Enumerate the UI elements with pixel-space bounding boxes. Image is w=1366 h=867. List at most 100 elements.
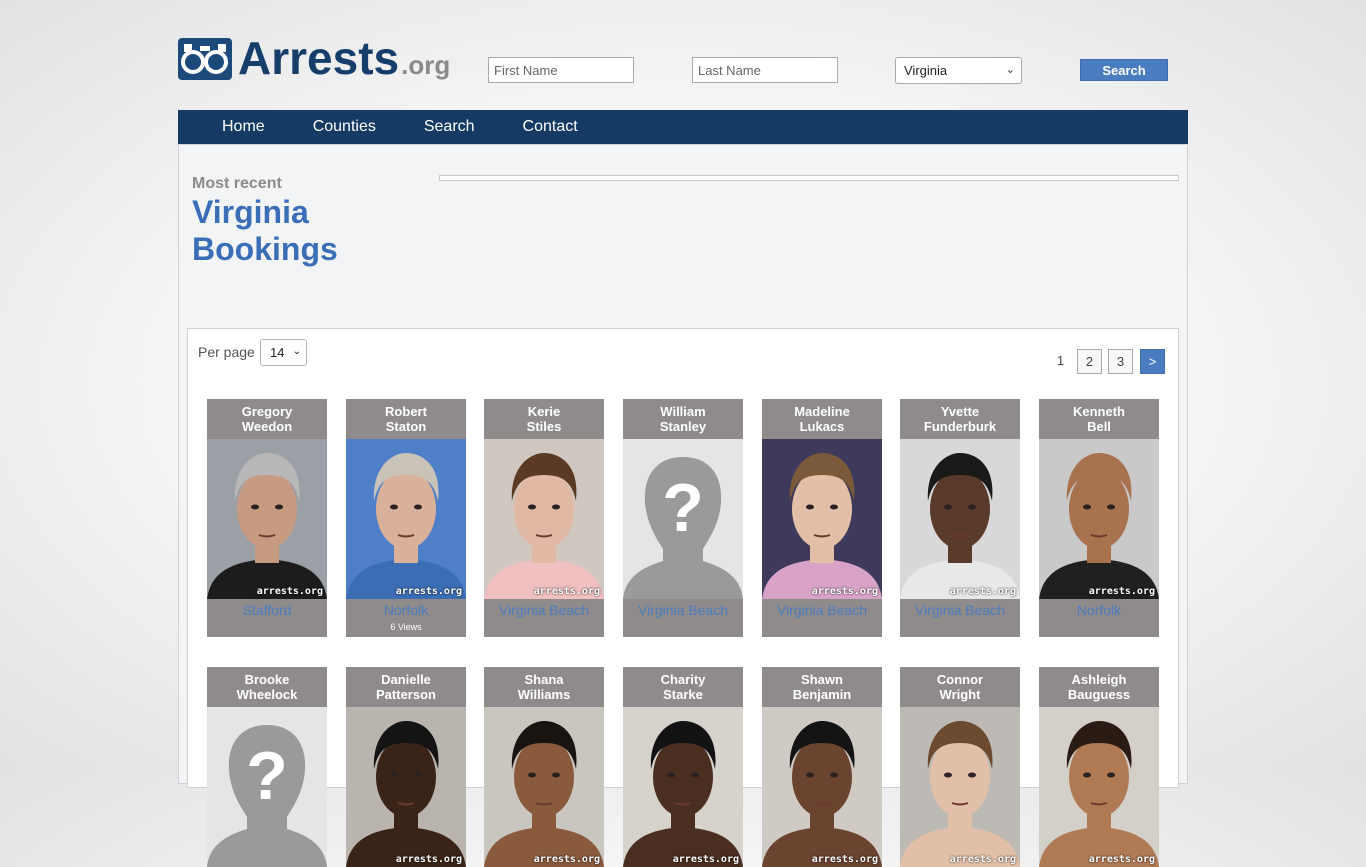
watermark: arrests.org — [533, 854, 600, 865]
watermark: arrests.org — [1088, 586, 1155, 597]
booking-name[interactable]: Gregory Weedon — [207, 399, 327, 439]
watermark: arrests.org — [1088, 854, 1155, 865]
booking-last-name: Stiles — [526, 419, 562, 434]
booking-card[interactable]: Ashleigh Bauguess arrests.org — [1039, 667, 1159, 867]
mugshot-image — [484, 439, 604, 599]
booking-last-name: Weedon — [241, 419, 293, 434]
booking-county-link[interactable]: Norfolk — [1039, 599, 1159, 621]
main-nav: Home Counties Search Contact — [178, 110, 1188, 144]
nav-contact[interactable]: Contact — [499, 110, 602, 144]
nav-counties[interactable]: Counties — [289, 110, 400, 144]
booking-photo[interactable]: arrests.org — [346, 707, 466, 867]
booking-photo[interactable]: arrests.org — [762, 439, 882, 599]
page-link-3[interactable]: 3 — [1108, 349, 1133, 374]
state-select[interactable]: Virginia ⌄ — [895, 57, 1022, 84]
booking-card[interactable]: Danielle Patterson arrests.org — [346, 667, 466, 867]
booking-views — [207, 621, 327, 637]
page-link-2[interactable]: 2 — [1077, 349, 1102, 374]
booking-name[interactable]: William Stanley — [623, 399, 743, 439]
booking-first-name: Kerie — [527, 404, 561, 419]
booking-first-name: Shana — [524, 672, 564, 687]
per-page-select[interactable]: 14 ⌄ — [260, 339, 307, 366]
watermark: arrests.org — [811, 854, 878, 865]
booking-views — [1039, 621, 1159, 637]
booking-last-name: Stanley — [659, 419, 707, 434]
handcuffs-icon — [178, 38, 232, 80]
booking-last-name: Starke — [663, 687, 703, 702]
booking-last-name: Bauguess — [1067, 687, 1131, 702]
first-name-input[interactable] — [488, 57, 634, 83]
page-current: 1 — [1056, 353, 1065, 368]
booking-photo[interactable]: ? — [623, 439, 743, 599]
booking-last-name: Funderburk — [923, 419, 997, 434]
mugshot-image — [484, 707, 604, 867]
booking-name[interactable]: Shana Williams — [484, 667, 604, 707]
booking-last-name: Patterson — [376, 687, 436, 702]
booking-name[interactable]: Brooke Wheelock — [207, 667, 327, 707]
booking-photo[interactable]: arrests.org — [484, 707, 604, 867]
mugshot-image — [762, 439, 882, 599]
booking-county-link[interactable]: Virginia Beach — [900, 599, 1020, 621]
booking-card[interactable]: Gregory Weedon arrests.org Stafford — [207, 399, 327, 637]
booking-last-name: Lukacs — [799, 419, 845, 434]
booking-card[interactable]: Yvette Funderburk arrests.org Virginia Beac… — [900, 399, 1020, 637]
booking-card[interactable]: Connor Wright arrests.org — [900, 667, 1020, 867]
svg-text:?: ? — [246, 738, 288, 814]
booking-card[interactable]: Madeline Lukacs arrests.org Virginia Beach — [762, 399, 882, 637]
booking-views: 6 Views — [390, 622, 422, 632]
booking-name[interactable]: Robert Staton — [346, 399, 466, 439]
booking-name[interactable]: Kenneth Bell — [1039, 399, 1159, 439]
booking-name[interactable]: Connor Wright — [900, 667, 1020, 707]
booking-photo[interactable]: ? — [207, 707, 327, 867]
booking-photo[interactable]: arrests.org — [207, 439, 327, 599]
booking-photo[interactable]: arrests.org — [623, 707, 743, 867]
search-button[interactable]: Search — [1080, 59, 1168, 81]
site-logo[interactable]: Arrests .org — [178, 35, 450, 81]
booking-photo[interactable]: arrests.org — [1039, 439, 1159, 599]
booking-county-link[interactable]: Virginia Beach — [762, 599, 882, 621]
booking-photo[interactable]: arrests.org — [762, 707, 882, 867]
booking-card[interactable]: Robert Staton arrests.org Norfolk 6 Views — [346, 399, 466, 637]
booking-card[interactable]: Shawn Benjamin arrests.org — [762, 667, 882, 867]
booking-name[interactable]: Charity Starke — [623, 667, 743, 707]
booking-first-name: Brooke — [244, 672, 290, 687]
watermark: arrests.org — [811, 586, 878, 597]
per-page-value: 14 — [270, 345, 285, 360]
booking-county-link[interactable]: Virginia Beach — [484, 599, 604, 621]
booking-card[interactable]: Brooke Wheelock? — [207, 667, 327, 867]
booking-card[interactable]: Kenneth Bell arrests.org Norfolk — [1039, 399, 1159, 637]
booking-county-link[interactable]: Virginia Beach — [623, 599, 743, 621]
booking-name[interactable]: Ashleigh Bauguess — [1039, 667, 1159, 707]
booking-first-name: Connor — [936, 672, 984, 687]
nav-home[interactable]: Home — [178, 110, 289, 144]
booking-photo[interactable]: arrests.org — [1039, 707, 1159, 867]
booking-card[interactable]: Charity Starke arrests.org — [623, 667, 743, 867]
watermark: arrests.org — [395, 586, 462, 597]
booking-county-link[interactable]: Stafford — [207, 599, 327, 621]
booking-first-name: Yvette — [940, 404, 980, 419]
booking-county-link[interactable]: Norfolk — [346, 599, 466, 621]
booking-photo[interactable]: arrests.org — [900, 439, 1020, 599]
booking-photo[interactable]: arrests.org — [900, 707, 1020, 867]
booking-last-name: Wright — [939, 687, 981, 702]
booking-photo[interactable]: arrests.org — [484, 439, 604, 599]
booking-last-name: Williams — [517, 687, 571, 702]
booking-card[interactable]: William Stanley? Virginia Beach — [623, 399, 743, 637]
booking-card[interactable]: Kerie Stiles arrests.org Virginia Beach — [484, 399, 604, 637]
page-next-button[interactable]: > — [1140, 349, 1165, 374]
booking-name[interactable]: Yvette Funderburk — [900, 399, 1020, 439]
mugshot-image — [1039, 707, 1159, 867]
mugshot-image — [207, 439, 327, 599]
booking-name[interactable]: Kerie Stiles — [484, 399, 604, 439]
booking-card[interactable]: Shana Williams arrests.org — [484, 667, 604, 867]
booking-name[interactable]: Madeline Lukacs — [762, 399, 882, 439]
booking-photo[interactable]: arrests.org — [346, 439, 466, 599]
mugshot-image — [1039, 439, 1159, 599]
booking-name[interactable]: Danielle Patterson — [346, 667, 466, 707]
nav-search[interactable]: Search — [400, 110, 499, 144]
booking-name[interactable]: Shawn Benjamin — [762, 667, 882, 707]
booking-last-name: Bell — [1087, 419, 1111, 434]
mugshot-image — [346, 707, 466, 867]
last-name-input[interactable] — [692, 57, 838, 83]
booking-first-name: Charity — [660, 672, 706, 687]
